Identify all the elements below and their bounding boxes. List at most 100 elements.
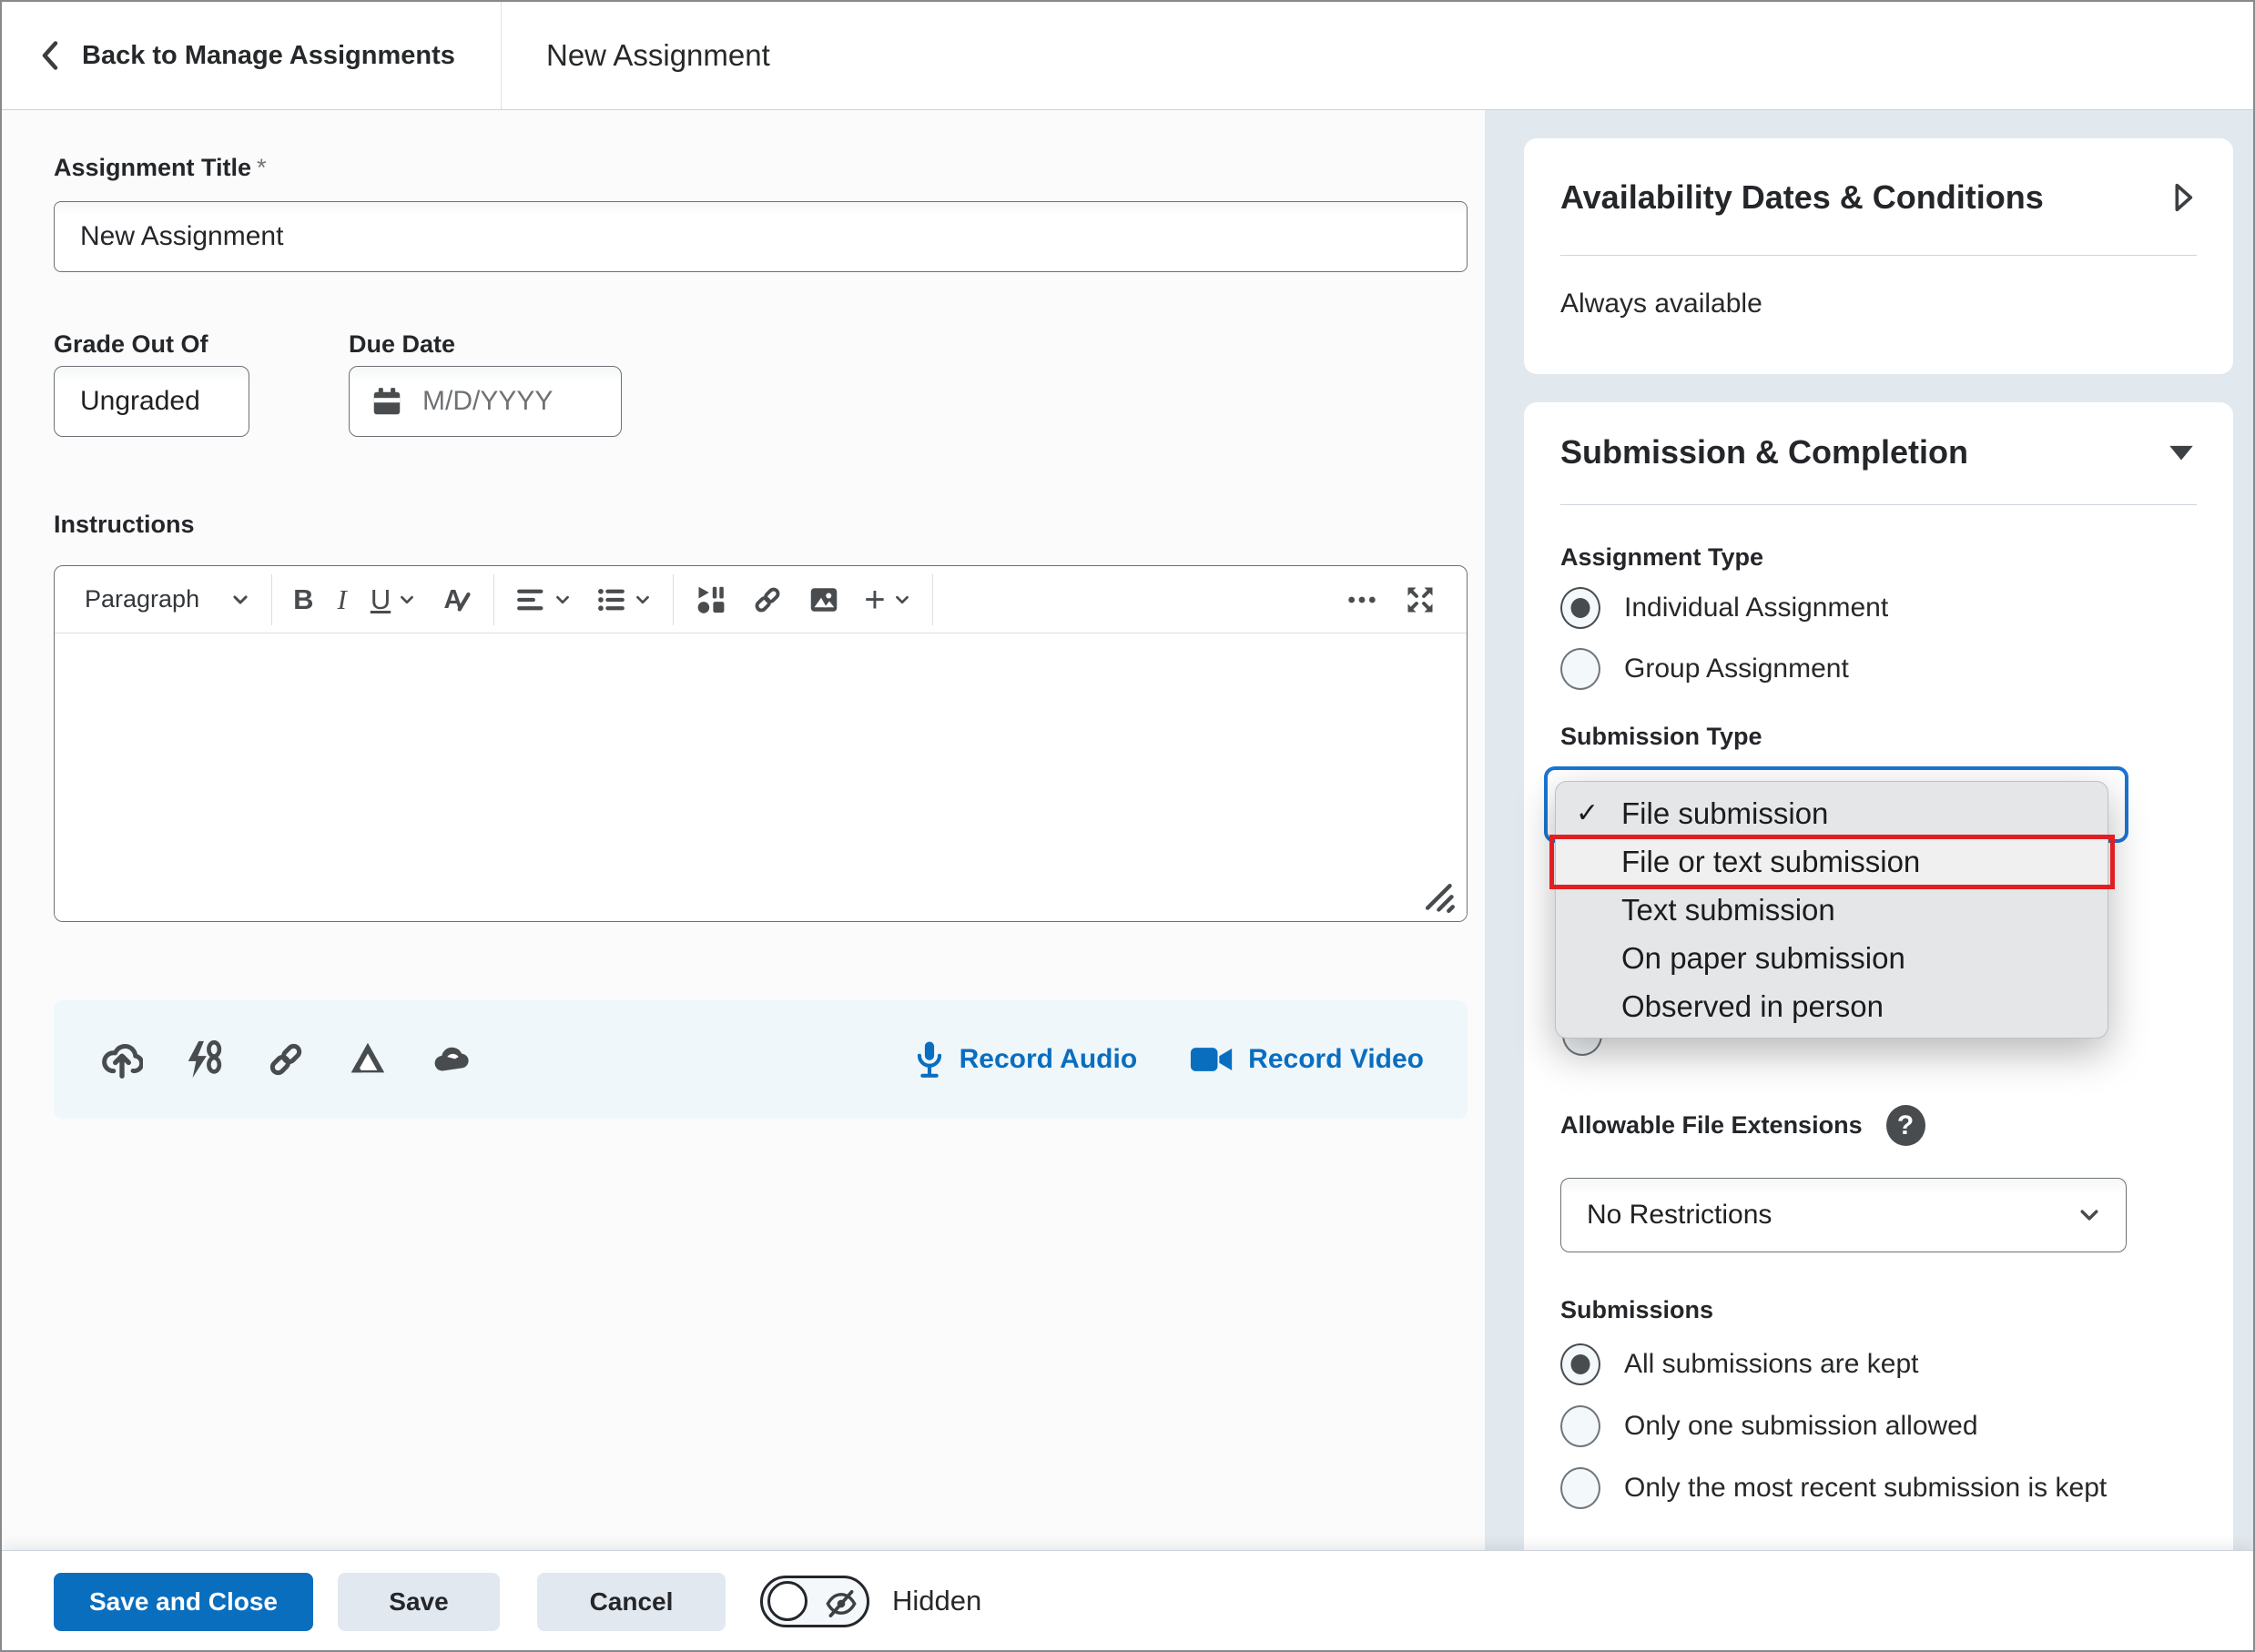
underline-dropdown[interactable]: U — [359, 574, 428, 625]
option-text-submission[interactable]: Text submission — [1556, 886, 2108, 934]
option-label: File or text submission — [1556, 845, 1920, 879]
allowable-file-extensions-label: Allowable File Extensions — [1560, 1111, 1863, 1140]
grade-out-of-button[interactable]: Ungraded — [54, 366, 249, 437]
radio-most-recent-submission[interactable]: Only the most recent submission is kept — [1560, 1467, 2107, 1509]
font-color-button[interactable]: A — [428, 574, 484, 625]
check-icon: ✓ — [1576, 797, 1599, 829]
header-divider — [501, 2, 502, 109]
chevron-left-icon — [38, 39, 62, 72]
insert-link-button[interactable] — [739, 574, 796, 625]
option-label: Text submission — [1556, 893, 1835, 927]
chevron-down-icon — [230, 590, 250, 610]
radio-all-submissions-kept[interactable]: All submissions are kept — [1560, 1343, 1918, 1385]
upload-file-button[interactable] — [101, 1039, 143, 1080]
insert-image-button[interactable] — [796, 574, 852, 625]
hidden-toggle-label: Hidden — [892, 1551, 981, 1651]
option-file-submission[interactable]: ✓ File submission — [1556, 789, 2108, 837]
radio-individual-assignment[interactable]: Individual Assignment — [1560, 587, 1888, 629]
record-audio-label: Record Audio — [960, 1044, 1138, 1075]
attachments-bar: Record Audio Record Video — [54, 1000, 1468, 1119]
radio-only-one-submission[interactable]: Only one submission allowed — [1560, 1405, 1978, 1447]
availability-header[interactable]: Availability Dates & Conditions — [1560, 138, 2197, 217]
assignment-title-input[interactable] — [54, 201, 1468, 272]
radio-label: Group Assignment — [1624, 654, 1849, 684]
hidden-toggle[interactable] — [760, 1576, 869, 1627]
radio-button-selected[interactable] — [1560, 1343, 1600, 1385]
submission-type-dropdown-menu: ✓ File submission File or text submissio… — [1555, 781, 2108, 1039]
radio-label: Only the most recent submission is kept — [1624, 1473, 2107, 1504]
resize-handle[interactable] — [1423, 881, 1456, 914]
radio-label: All submissions are kept — [1624, 1349, 1918, 1380]
availability-status: Always available — [1560, 289, 2197, 319]
instructions-textarea[interactable] — [55, 633, 1467, 921]
option-observed-in-person[interactable]: Observed in person — [1556, 982, 2108, 1030]
grade-value: Ungraded — [80, 386, 200, 417]
option-file-or-text-submission[interactable]: File or text submission — [1556, 837, 2108, 886]
italic-button[interactable]: I — [325, 574, 358, 625]
availability-card: Availability Dates & Conditions Always a… — [1524, 138, 2233, 374]
back-label: Back to Manage Assignments — [82, 41, 455, 71]
file-extensions-select[interactable]: No Restrictions — [1560, 1178, 2127, 1252]
radio-label: Only one submission allowed — [1624, 1411, 1978, 1442]
attach-existing-activity-button[interactable] — [183, 1039, 225, 1080]
save-and-close-button[interactable]: Save and Close — [54, 1573, 313, 1631]
chevron-down-icon — [893, 591, 911, 609]
google-drive-icon[interactable] — [347, 1039, 389, 1080]
calendar-icon — [370, 384, 404, 419]
instructions-label: Instructions — [54, 511, 195, 539]
submission-type-label: Submission Type — [1560, 723, 1762, 751]
top-header: Back to Manage Assignments New Assignmen… — [2, 2, 2253, 110]
bold-button[interactable]: B — [281, 574, 325, 625]
file-extensions-value: No Restrictions — [1587, 1200, 1772, 1231]
align-dropdown[interactable] — [503, 574, 584, 625]
toolbar-divider — [493, 574, 494, 625]
action-footer: Save and Close Save Cancel Hidden — [2, 1550, 2253, 1650]
submission-completion-card: Submission & Completion Assignment Type … — [1524, 402, 2233, 1550]
content-area: Assignment Title* Grade Out Of Due Date … — [2, 110, 2253, 1550]
due-date-label: Due Date — [349, 330, 455, 359]
radio-button[interactable] — [1560, 648, 1600, 690]
chevron-down-icon — [2077, 1202, 2102, 1228]
attach-link-button[interactable] — [265, 1039, 307, 1080]
cancel-button[interactable]: Cancel — [537, 1573, 726, 1631]
attachment-actions — [101, 1039, 474, 1080]
back-to-manage-assignments-button[interactable]: Back to Manage Assignments — [38, 2, 455, 109]
list-dropdown[interactable] — [584, 574, 664, 625]
insert-more-dropdown[interactable]: + — [852, 574, 922, 625]
eye-slash-icon — [824, 1588, 858, 1619]
radio-group-assignment[interactable]: Group Assignment — [1560, 648, 1849, 690]
submission-title: Submission & Completion — [1560, 433, 1968, 471]
record-video-button[interactable]: Record Video — [1190, 1043, 1424, 1076]
radio-button[interactable] — [1560, 1467, 1600, 1509]
chevron-down-icon — [554, 591, 572, 609]
plus-icon: + — [864, 584, 885, 615]
radio-button[interactable] — [1560, 1405, 1600, 1447]
due-date-field[interactable] — [349, 366, 622, 437]
radio-button-selected[interactable] — [1560, 587, 1600, 629]
assignment-type-label: Assignment Type — [1560, 543, 1763, 572]
help-icon[interactable]: ? — [1886, 1105, 1925, 1146]
onedrive-icon[interactable] — [429, 1039, 474, 1080]
save-button[interactable]: Save — [338, 1573, 500, 1631]
option-label: On paper submission — [1556, 941, 1905, 976]
record-actions: Record Audio Record Video — [914, 1039, 1424, 1080]
record-audio-button[interactable]: Record Audio — [914, 1039, 1138, 1080]
availability-title: Availability Dates & Conditions — [1560, 178, 2044, 217]
toolbar-divider — [271, 574, 272, 625]
toolbar-divider — [932, 574, 933, 625]
radio-label: Individual Assignment — [1624, 593, 1888, 623]
paragraph-format-dropdown[interactable]: Paragraph — [73, 574, 262, 625]
insert-stuff-button[interactable] — [683, 574, 739, 625]
grade-out-of-label: Grade Out Of — [54, 330, 208, 359]
toggle-knob[interactable] — [767, 1581, 808, 1621]
underline-label: U — [371, 583, 391, 616]
more-actions-button[interactable] — [1332, 574, 1392, 625]
option-on-paper-submission[interactable]: On paper submission — [1556, 934, 2108, 982]
fullscreen-icon[interactable] — [1392, 574, 1448, 625]
card-divider — [1560, 504, 2197, 505]
submission-header[interactable]: Submission & Completion — [1560, 433, 2197, 471]
caret-right-icon — [2169, 179, 2197, 216]
record-video-label: Record Video — [1248, 1044, 1424, 1075]
due-date-input[interactable] — [422, 386, 604, 417]
assignment-title-label: Assignment Title* — [54, 154, 267, 182]
